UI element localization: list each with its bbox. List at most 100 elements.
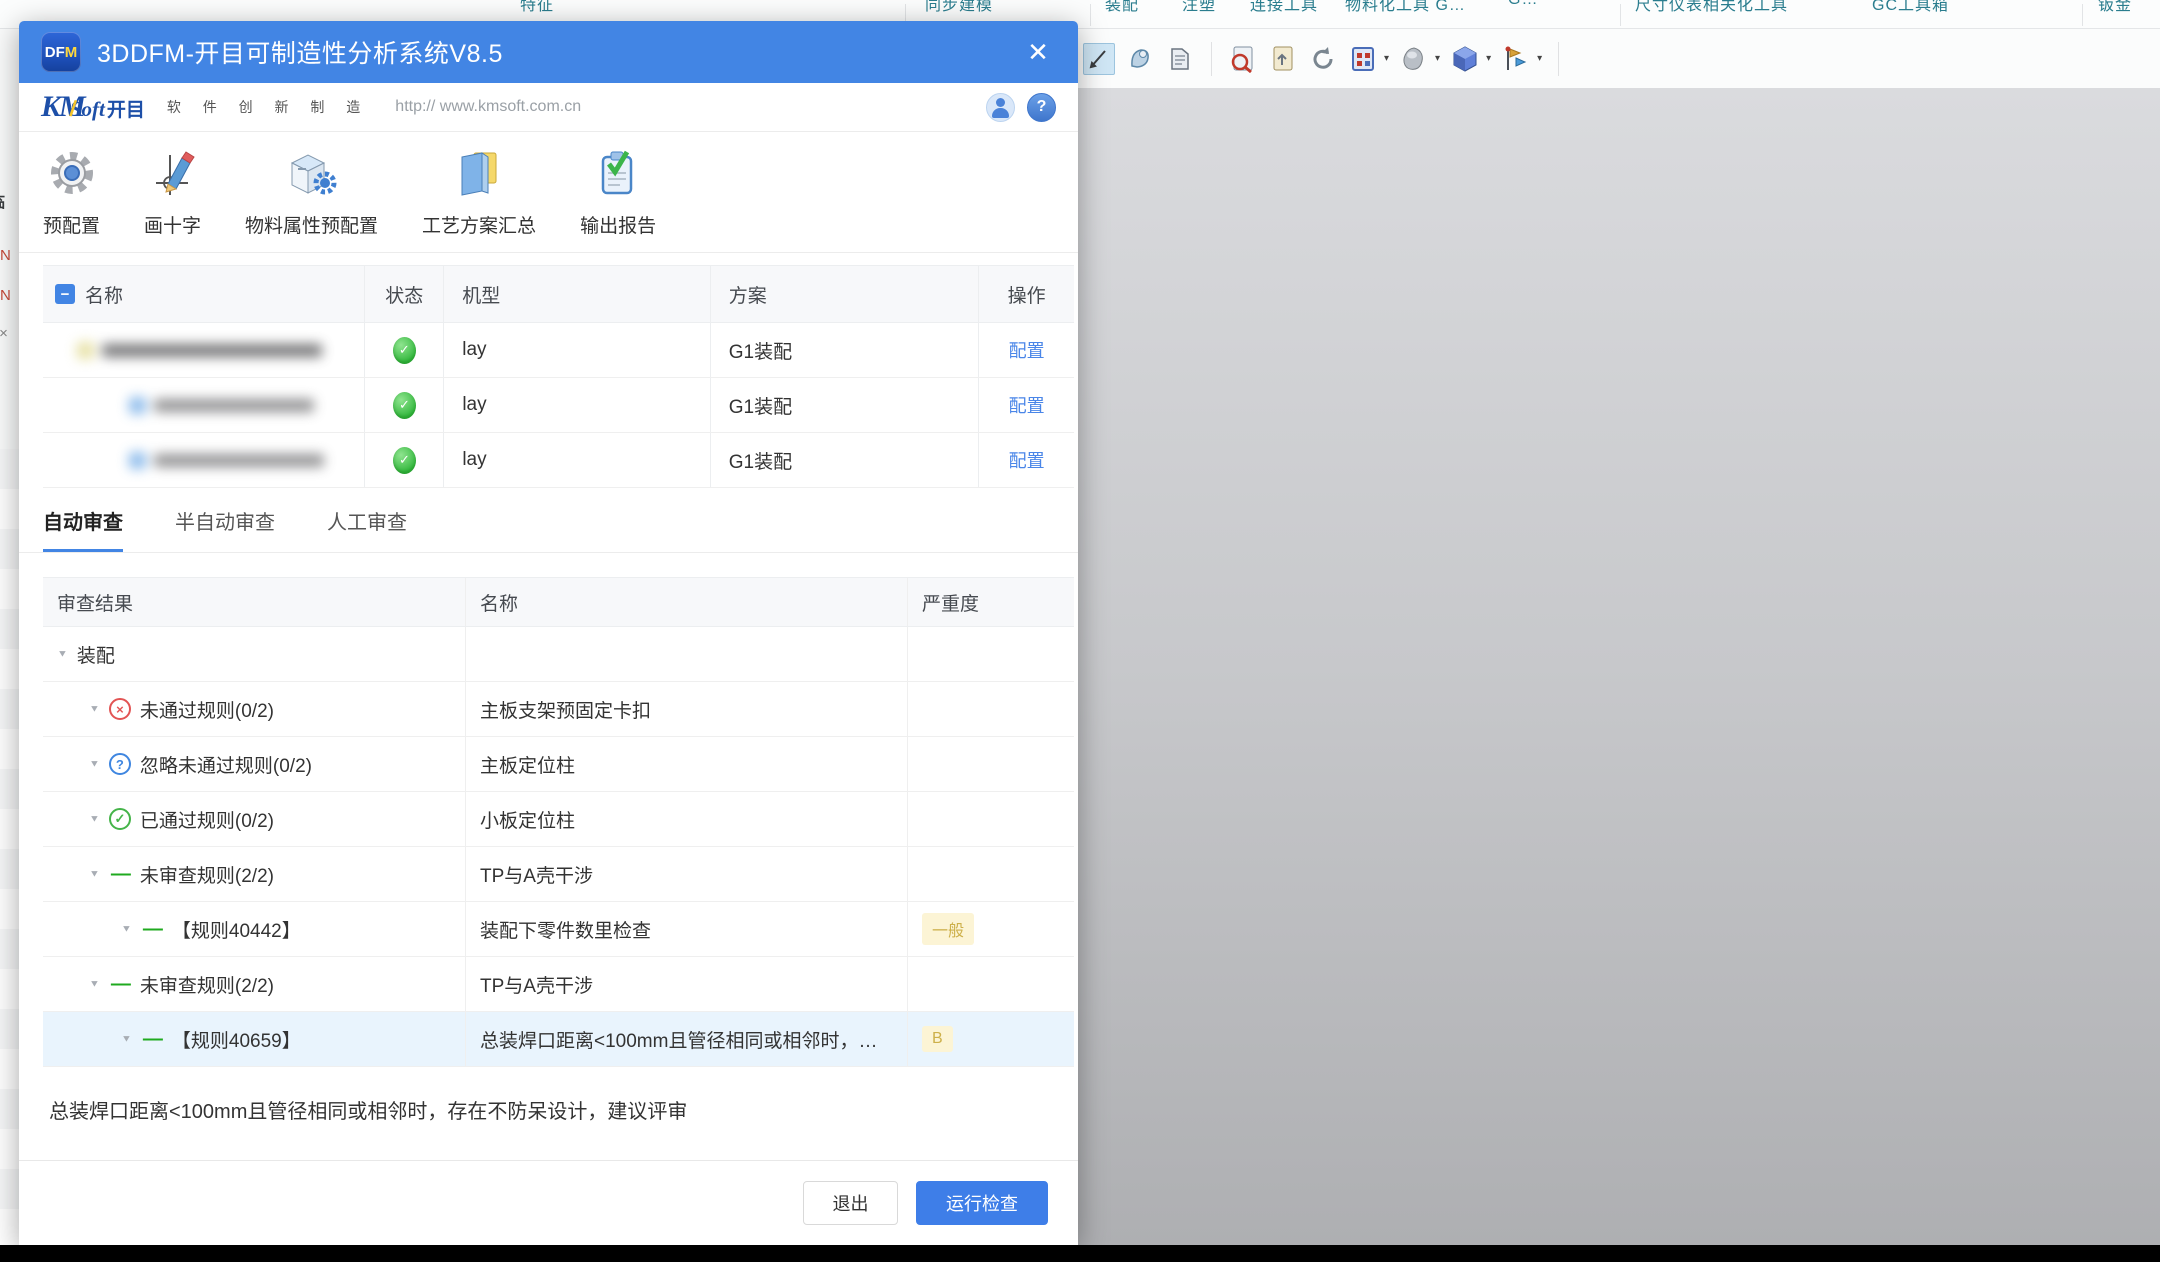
dropdown-caret-icon[interactable]: ▾	[1384, 53, 1389, 64]
ribbon-tab[interactable]: 钣金	[2098, 0, 2132, 15]
dialog-title: 3DDFM-开目可制造性分析系统V8.5	[97, 34, 1020, 70]
redacted-name	[129, 452, 324, 469]
col-severity: 严重度	[907, 578, 1074, 626]
tab-manual-review[interactable]: 人工审查	[327, 506, 407, 552]
result-text: 装配	[77, 641, 115, 668]
caret-icon[interactable]: ▼	[89, 979, 100, 989]
dialog-title-bar[interactable]: DFM 3DDFM-开目可制造性分析系统V8.5 ✕	[19, 21, 1078, 83]
ribbon-tab[interactable]: G…	[1508, 0, 1538, 9]
tree-item-fragment: 临	[0, 191, 5, 212]
ribbon-tab[interactable]: 装配	[1105, 0, 1139, 15]
draw-cross-button[interactable]: 画十字	[144, 147, 201, 238]
brand-row: KM / Soft 开目 软 件 创 新 制 造 http:// www.kms…	[19, 83, 1078, 132]
model-row[interactable]: ✓ lay G1装配 配置	[43, 433, 1074, 488]
preconfig-button[interactable]: 预配置	[43, 147, 100, 238]
run-check-button[interactable]: 运行检查	[916, 1181, 1048, 1225]
dropdown-caret-icon[interactable]: ▾	[1435, 53, 1440, 64]
machine-cell: lay	[443, 323, 709, 377]
cube-icon[interactable]	[1450, 44, 1480, 74]
caret-icon[interactable]: ▼	[121, 1034, 132, 1044]
tree-row-selected[interactable]: ▼ — 【规则40659】 总装焊口距离<100mm且管径相同或相邻时，存在..…	[43, 1012, 1074, 1067]
tree-row[interactable]: ▼ ? 忽略未通过规则(0/2) 主板定位柱	[43, 737, 1074, 792]
select-all-checkbox[interactable]: −	[55, 284, 75, 304]
caret-icon[interactable]: ▼	[89, 704, 100, 714]
configure-link[interactable]: 配置	[1009, 392, 1045, 418]
redacted-name	[77, 342, 322, 359]
ribbon-tab[interactable]: 特征	[520, 0, 554, 15]
tree-row[interactable]: ▼ — 未审查规则(2/2) TP与A壳干涉	[43, 957, 1074, 1012]
brand-slogan: 软 件 创 新 制 造	[167, 97, 369, 117]
model-tree-panel: 临 SN SN ) ×	[0, 29, 20, 1245]
result-text: 未通过规则(0/2)	[140, 696, 274, 723]
ribbon-separator	[1090, 4, 1091, 26]
plan-cell: G1装配	[710, 433, 978, 487]
dropdown-caret-icon[interactable]: ▾	[1486, 53, 1491, 64]
caret-icon[interactable]: ▼	[121, 924, 132, 934]
dialog-footer: 退出 运行检查	[19, 1160, 1078, 1245]
pass-icon: ✓	[109, 808, 131, 830]
sketch-edit-icon[interactable]	[1083, 43, 1115, 75]
machine-cell: lay	[443, 433, 709, 487]
gear-icon	[47, 147, 97, 204]
model-row[interactable]: ✓ lay G1装配 配置	[43, 323, 1074, 378]
select-doc-icon[interactable]	[1268, 44, 1298, 74]
solid-body-icon[interactable]	[1399, 44, 1429, 74]
configure-link[interactable]: 配置	[1009, 337, 1045, 363]
pencil-crosshair-icon	[148, 147, 198, 204]
book-icon[interactable]	[1165, 44, 1195, 74]
review-tabs: 自动审查 半自动审查 人工审查	[19, 488, 1078, 553]
machine-cell: lay	[443, 378, 709, 432]
help-icon[interactable]: ?	[1027, 93, 1056, 122]
ribbon-tab[interactable]: 同步建模	[925, 0, 993, 15]
grid-parts-icon[interactable]	[1348, 44, 1378, 74]
tree-row[interactable]: ▼ — 未审查规则(2/2) TP与A壳干涉	[43, 847, 1074, 902]
status-ok-icon: ✓	[393, 447, 416, 474]
dropdown-caret-icon[interactable]: ▾	[1537, 53, 1542, 64]
tree-row[interactable]: ▼ × 未通过规则(0/2) 主板支架预固定卡扣	[43, 682, 1074, 737]
tree-row[interactable]: ▼ ✓ 已通过规则(0/2) 小板定位柱	[43, 792, 1074, 847]
tab-auto-review[interactable]: 自动审查	[43, 506, 123, 552]
dialog-toolbar: 预配置 画十字 物料属性预配置 工艺方案汇总	[19, 132, 1078, 253]
ribbon-tab[interactable]: 注塑	[1182, 0, 1216, 15]
taskbar-black-strip	[0, 1245, 2160, 1262]
ribbon-tab[interactable]: GC工具箱	[1872, 0, 1949, 15]
sync-rotate-icon[interactable]	[1308, 44, 1338, 74]
col-review-result: 审查结果	[43, 589, 465, 616]
minus-icon: —	[141, 918, 163, 940]
rule-detail-text: 总装焊口距离<100mm且管径相同或相邻时，存在不防呆设计，建议评审	[19, 1067, 1078, 1160]
surface-icon[interactable]	[1125, 44, 1155, 74]
tool-label: 工艺方案汇总	[422, 211, 536, 238]
material-preconfig-button[interactable]: 物料属性预配置	[245, 147, 378, 238]
caret-icon[interactable]: ▼	[89, 814, 100, 824]
inspect-doc-icon[interactable]	[1228, 44, 1258, 74]
caret-icon[interactable]: ▼	[89, 869, 100, 879]
severity-badge: 一般	[922, 913, 974, 945]
model-row[interactable]: ✓ lay G1装配 配置	[43, 378, 1074, 433]
ribbon-separator	[1620, 4, 1621, 26]
process-summary-button[interactable]: 工艺方案汇总	[422, 147, 536, 238]
col-review-name: 名称	[465, 578, 907, 626]
configure-link[interactable]: 配置	[1009, 447, 1045, 473]
measure-flag-icon[interactable]	[1501, 44, 1531, 74]
caret-icon[interactable]: ▼	[57, 649, 68, 659]
close-icon[interactable]: ✕	[1020, 34, 1056, 70]
ribbon-tab[interactable]: 物料化工具 G…	[1345, 0, 1466, 15]
tool-label: 输出报告	[580, 211, 656, 238]
kmsoft-logo-cn: 开目	[107, 95, 145, 122]
tab-semi-auto-review[interactable]: 半自动审查	[175, 506, 275, 552]
ribbon-tab[interactable]: 连接工具	[1250, 0, 1318, 15]
tree-row[interactable]: ▼ 装配	[43, 627, 1074, 682]
exit-button[interactable]: 退出	[803, 1181, 898, 1225]
result-text: 已通过规则(0/2)	[140, 806, 274, 833]
tree-row[interactable]: ▼ — 【规则40442】 装配下零件数里检查 一般	[43, 902, 1074, 957]
user-icon[interactable]	[986, 93, 1015, 122]
tool-label: 画十字	[144, 211, 201, 238]
plan-cell: G1装配	[710, 323, 978, 377]
panel-stripes	[0, 449, 19, 1245]
output-report-button[interactable]: 输出报告	[580, 147, 656, 238]
status-ok-icon: ✓	[393, 337, 416, 364]
report-check-icon	[593, 147, 643, 204]
dfm-dialog: DFM 3DDFM-开目可制造性分析系统V8.5 ✕ KM / Soft 开目 …	[19, 21, 1078, 1245]
ribbon-tab[interactable]: 尺寸仪表相关化工具	[1635, 0, 1788, 15]
caret-icon[interactable]: ▼	[89, 759, 100, 769]
